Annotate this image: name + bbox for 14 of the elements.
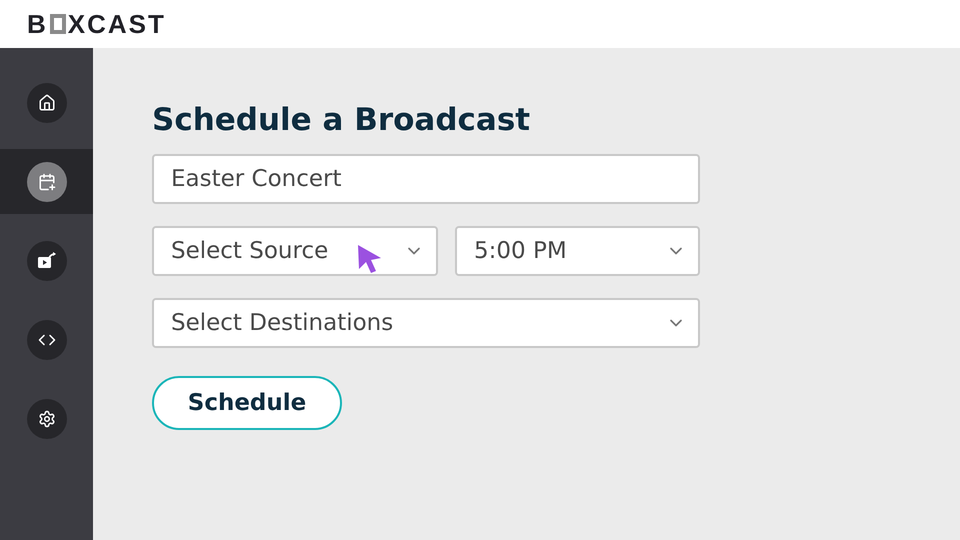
logo-text: XCAST bbox=[68, 8, 166, 40]
logo-box-icon bbox=[50, 14, 66, 34]
schedule-button[interactable]: Schedule bbox=[152, 376, 342, 430]
pointer-cursor-icon bbox=[357, 244, 383, 274]
calendar-plus-icon bbox=[38, 172, 56, 190]
broadcast-name-field[interactable]: Easter Concert bbox=[152, 154, 700, 204]
destinations-select[interactable]: Select Destinations bbox=[152, 298, 700, 348]
home-icon bbox=[38, 94, 56, 112]
page-title: Schedule a Broadcast bbox=[152, 101, 532, 140]
source-select[interactable]: Select Source bbox=[152, 226, 438, 276]
settings-icon bbox=[38, 410, 56, 428]
time-select[interactable]: 5:00 PM bbox=[455, 226, 700, 276]
logo-text: B bbox=[27, 8, 48, 40]
video-share-icon bbox=[36, 252, 56, 270]
